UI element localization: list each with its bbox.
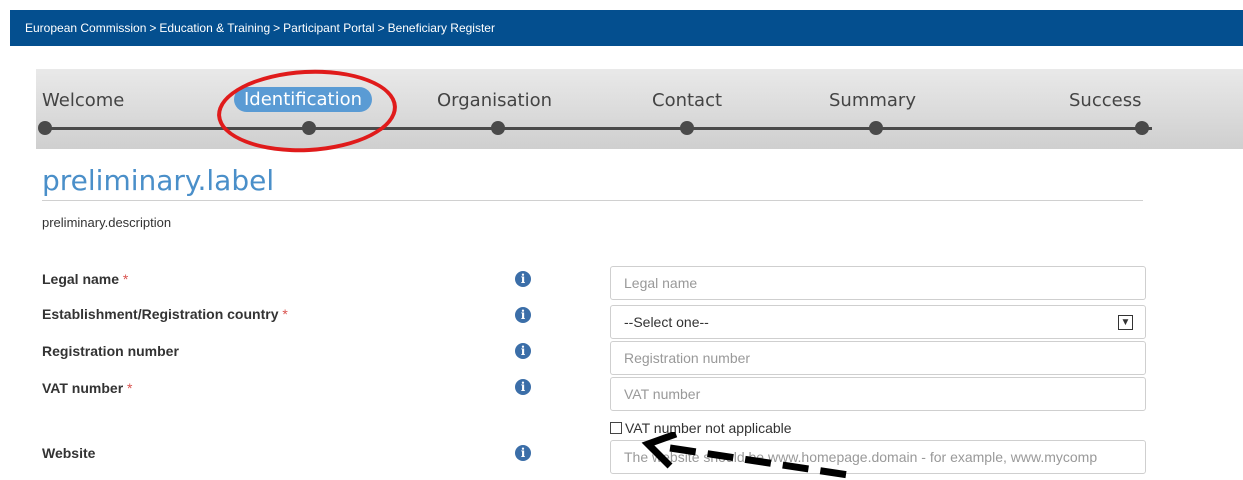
info-icon[interactable]: i xyxy=(515,307,531,323)
title-divider xyxy=(42,200,1143,201)
info-icon[interactable]: i xyxy=(515,379,531,395)
page-description: preliminary.description xyxy=(42,215,172,230)
step-identification[interactable]: Identification xyxy=(234,87,373,112)
breadcrumb-european-commission[interactable]: European Commission xyxy=(25,21,146,35)
breadcrumb-beneficiary-register[interactable]: Beneficiary Register xyxy=(388,21,495,35)
step-dot-welcome xyxy=(38,121,52,135)
step-success[interactable]: Success xyxy=(1069,90,1141,111)
registration-number-label: Registration number xyxy=(42,343,179,359)
required-marker: * xyxy=(127,380,133,396)
step-dot-summary xyxy=(869,121,883,135)
vat-not-applicable-label[interactable]: VAT number not applicable xyxy=(625,420,792,436)
vat-number-label-text: VAT number xyxy=(42,380,124,396)
vat-number-label: VAT number * xyxy=(42,380,133,396)
website-label: Website xyxy=(42,445,95,461)
vat-not-applicable-row: VAT number not applicable xyxy=(610,420,792,436)
registration-number-input[interactable] xyxy=(610,341,1146,375)
country-label-text: Establishment/Registration country xyxy=(42,306,279,322)
step-dot-contact xyxy=(680,121,694,135)
website-input[interactable] xyxy=(610,440,1146,474)
step-dot-identification xyxy=(302,121,316,135)
legal-name-label-text: Legal name xyxy=(42,271,120,287)
step-track xyxy=(44,127,1152,130)
required-marker: * xyxy=(282,306,288,322)
website-label-text: Website xyxy=(42,445,96,461)
progress-stepper: Welcome Identification Organisation Cont… xyxy=(36,69,1243,149)
vat-number-input[interactable] xyxy=(610,377,1146,411)
registration-number-label-text: Registration number xyxy=(42,343,179,359)
step-contact[interactable]: Contact xyxy=(652,90,722,111)
country-select-value: --Select one-- xyxy=(624,314,709,330)
step-welcome[interactable]: Welcome xyxy=(42,90,124,111)
info-icon[interactable]: i xyxy=(515,445,531,461)
step-organisation[interactable]: Organisation xyxy=(437,90,552,111)
country-label: Establishment/Registration country * xyxy=(42,306,288,322)
country-select[interactable]: --Select one-- ▼ xyxy=(610,305,1146,339)
legal-name-input[interactable] xyxy=(610,266,1146,300)
step-dot-organisation xyxy=(491,121,505,135)
breadcrumb-separator: > xyxy=(273,21,281,35)
breadcrumb: European Commission > Education & Trainin… xyxy=(10,10,1243,46)
breadcrumb-education-training[interactable]: Education & Training xyxy=(159,21,270,35)
page-title: preliminary.label xyxy=(42,164,275,197)
step-dot-success xyxy=(1135,121,1149,135)
breadcrumb-separator: > xyxy=(377,21,385,35)
vat-not-applicable-checkbox[interactable] xyxy=(610,422,622,434)
required-marker: * xyxy=(122,271,129,287)
info-icon[interactable]: i xyxy=(515,271,531,287)
breadcrumb-separator: > xyxy=(149,21,157,35)
chevron-down-icon[interactable]: ▼ xyxy=(1118,315,1133,330)
step-summary[interactable]: Summary xyxy=(829,90,916,111)
info-icon[interactable]: i xyxy=(515,343,531,359)
legal-name-label: Legal name * xyxy=(42,271,128,287)
breadcrumb-participant-portal[interactable]: Participant Portal xyxy=(283,21,374,35)
